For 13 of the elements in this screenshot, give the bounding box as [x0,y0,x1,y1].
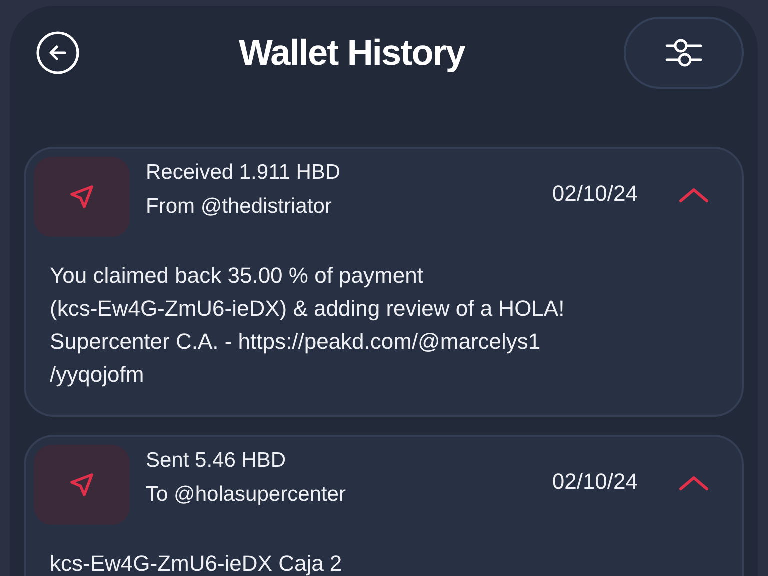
transaction-date: 02/10/24 [552,468,638,496]
back-button[interactable] [36,30,80,74]
transaction-memo: kcs-Ew4G-ZmU6-ieDX Caja 2 [50,550,344,576]
chevron-icon [679,187,709,203]
page-title: Wallet History [238,30,466,74]
transaction-counterparty: To @holasupercenter [146,482,346,508]
transaction-counterparty: From @thedistriator [146,194,333,220]
transaction-amount: Received 1.911 HBD [146,160,341,186]
filter-button[interactable] [624,16,744,88]
transaction-memo: You claimed back 35.00 % of payment (kcs-Ew4G-ZmU6-ieDX) & adding review of a HOLA! Supercenter C.A. - https://peakd.com/@marcelys1 /yyqojofm [50,262,566,389]
chevron-icon [679,475,709,491]
transaction-amount: Sent 5.46 HBD [146,448,288,474]
transaction-date: 02/10/24 [552,180,638,208]
